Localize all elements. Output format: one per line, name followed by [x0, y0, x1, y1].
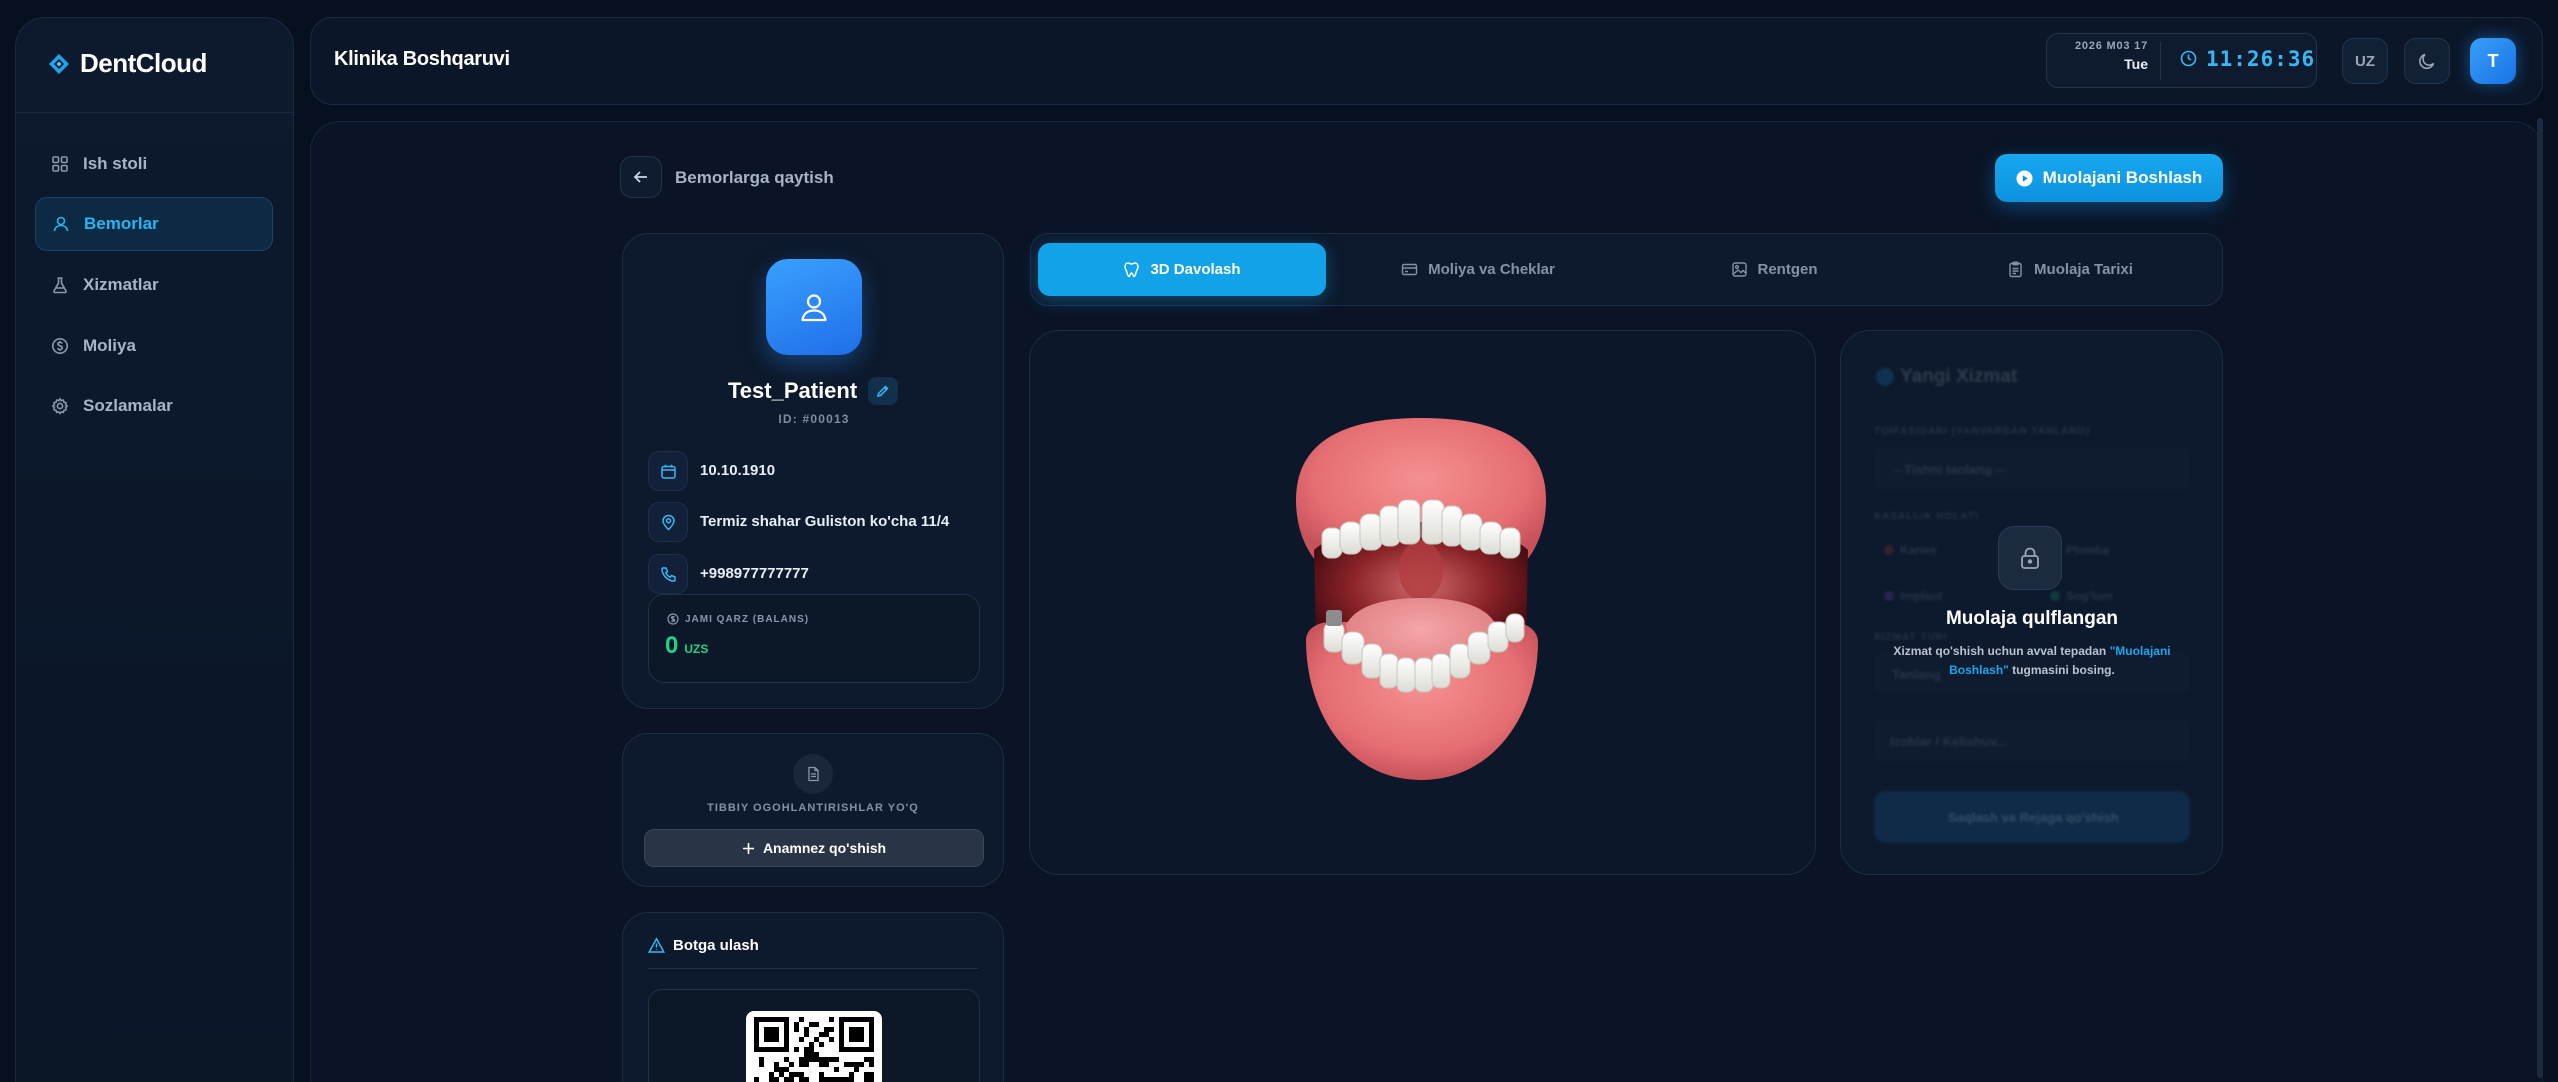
status-option-implant[interactable]: Implant [1884, 589, 1943, 603]
gear-icon [51, 397, 69, 415]
debt-currency: UZS [684, 642, 709, 656]
page-title: Klinika Boshqaruvi [334, 48, 510, 70]
bot-divider [648, 968, 978, 969]
service-panel-title: Yangi Xizmat [1900, 366, 2018, 387]
sidebar-item-sozlamalar[interactable]: Sozlamalar [35, 379, 273, 433]
phone-icon-box [648, 554, 688, 594]
tab-rentgen[interactable]: Rentgen [1630, 243, 1918, 296]
document-icon [793, 754, 833, 794]
tab-muolaja-tarixi[interactable]: Muolaja Tarixi [1926, 243, 2214, 296]
theme-toggle-button[interactable] [2404, 38, 2450, 84]
image-icon [1731, 262, 1747, 277]
locked-title: Muolaja qulflangan [1945, 608, 2119, 629]
back-link[interactable]: Bemorlarga qaytish [675, 168, 834, 188]
lock-icon [1998, 526, 2062, 590]
patient-name: Test_Patient [728, 378, 858, 403]
patient-id: ID: #00013 [778, 412, 850, 426]
sidebar-item-xizmatlar[interactable]: Xizmatlar [35, 258, 273, 312]
users-icon [53, 216, 69, 232]
status-option-karies[interactable]: Karies [1884, 543, 1937, 557]
pencil-icon [877, 385, 889, 397]
sidebar-item-label: Sozlamalar [83, 396, 173, 415]
coin-icon [667, 613, 679, 625]
brand-diamond-icon [48, 53, 70, 75]
clock-time: 11:26:36 [2206, 47, 2316, 71]
3d-teeth-model[interactable] [1276, 410, 1566, 790]
sidebar-item-ish-stoli[interactable]: Ish stoli [35, 137, 273, 191]
clock-date: 2026 M03 17 Tue [2063, 40, 2148, 72]
sidebar-item-label: Bemorlar [84, 214, 159, 233]
tooth-icon [1124, 262, 1140, 278]
phone-icon [660, 566, 676, 582]
map-pin-icon [661, 514, 675, 531]
back-button[interactable] [620, 156, 662, 198]
moon-icon [2419, 53, 2435, 70]
clock-icon [2180, 50, 2197, 72]
note-placeholder: Izohlar / Kelishuv... [1890, 734, 2007, 749]
sidebar-item-label: Ish stoli [83, 154, 148, 173]
clock-date-line: 2026 M03 17 [2074, 40, 2148, 52]
sidebar-item-label: Xizmatlar [83, 275, 159, 294]
status-label: KASALLIK HOLATI [1874, 511, 1979, 522]
clipboard-icon [2009, 261, 2022, 278]
add-anamnesis-button[interactable]: Anamnez qo'shish [644, 829, 984, 867]
service-category-label: TOIFASIDANI (YANVARDAN TANLANG) [1874, 426, 2091, 437]
language-button[interactable]: UZ [2342, 38, 2388, 84]
calendar-icon [660, 464, 676, 479]
patient-address: Termiz shahar Guliston ko'cha 11/4 [700, 513, 950, 530]
user-avatar-button[interactable]: T [2470, 38, 2516, 84]
service-title-icon [1876, 368, 1894, 386]
grid-icon [52, 156, 68, 172]
sidebar-item-label: Moliya [83, 336, 136, 355]
debt-amount: 0 [665, 632, 679, 659]
brand-logo[interactable]: DentCloud [48, 48, 207, 79]
tab-moliya-va-cheklar[interactable]: Moliya va Cheklar [1334, 243, 1622, 296]
debt-value: 0 UZS [665, 632, 708, 660]
bot-card-title: Botga ulash [648, 937, 759, 954]
play-circle-icon [2016, 170, 2033, 186]
main-scrollbar[interactable] [2537, 118, 2543, 1078]
plus-icon [742, 842, 754, 854]
brand-name: DentCloud [80, 48, 207, 78]
dollar-circle-icon [52, 338, 68, 354]
tooth-select-value: -- Tishni tanlang -- [1892, 462, 2005, 477]
locked-description: Xizmat qo'shish uchun avval tepadan "Muo… [1893, 644, 2171, 677]
sidebar-item-bemorlar[interactable]: Bemorlar [35, 197, 273, 251]
sidebar-item-moliya[interactable]: Moliya [35, 319, 273, 373]
address-icon-box [648, 502, 688, 542]
birthdate-icon-box [648, 451, 688, 491]
start-treatment-button[interactable]: Muolajani Boshlash [1995, 154, 2223, 202]
user-icon [801, 294, 827, 322]
patient-phone: +998977777777 [700, 565, 809, 582]
debt-label: JAMI QARZ (BALANS) [667, 613, 809, 625]
qr-code-image [746, 1011, 882, 1082]
clock-day-line: Tue [2124, 56, 2148, 72]
edit-patient-button[interactable] [868, 377, 898, 405]
flask-icon [53, 277, 67, 294]
arrow-left-icon [633, 171, 647, 183]
status-option-soglom[interactable]: Sog'lom [2050, 589, 2113, 603]
patient-birthdate: 10.10.1910 [700, 462, 776, 479]
start-treatment-label: Muolajani Boshlash [2042, 168, 2203, 187]
add-anamnesis-label: Anamnez qo'shish [762, 840, 887, 856]
tab-3d-davolash[interactable]: 3D Davolash [1038, 243, 1326, 296]
save-service-label: Saqlash va Rejaga qo'shish [1948, 810, 2119, 825]
patient-avatar [766, 259, 862, 355]
clock-divider [2160, 42, 2161, 80]
warning-triangle-icon [648, 937, 665, 953]
sidebar-divider [16, 112, 294, 113]
no-warnings-text: TIBBIY OGOHLANTIRISHLAR YO'Q [707, 802, 919, 814]
card-icon [1401, 263, 1418, 276]
